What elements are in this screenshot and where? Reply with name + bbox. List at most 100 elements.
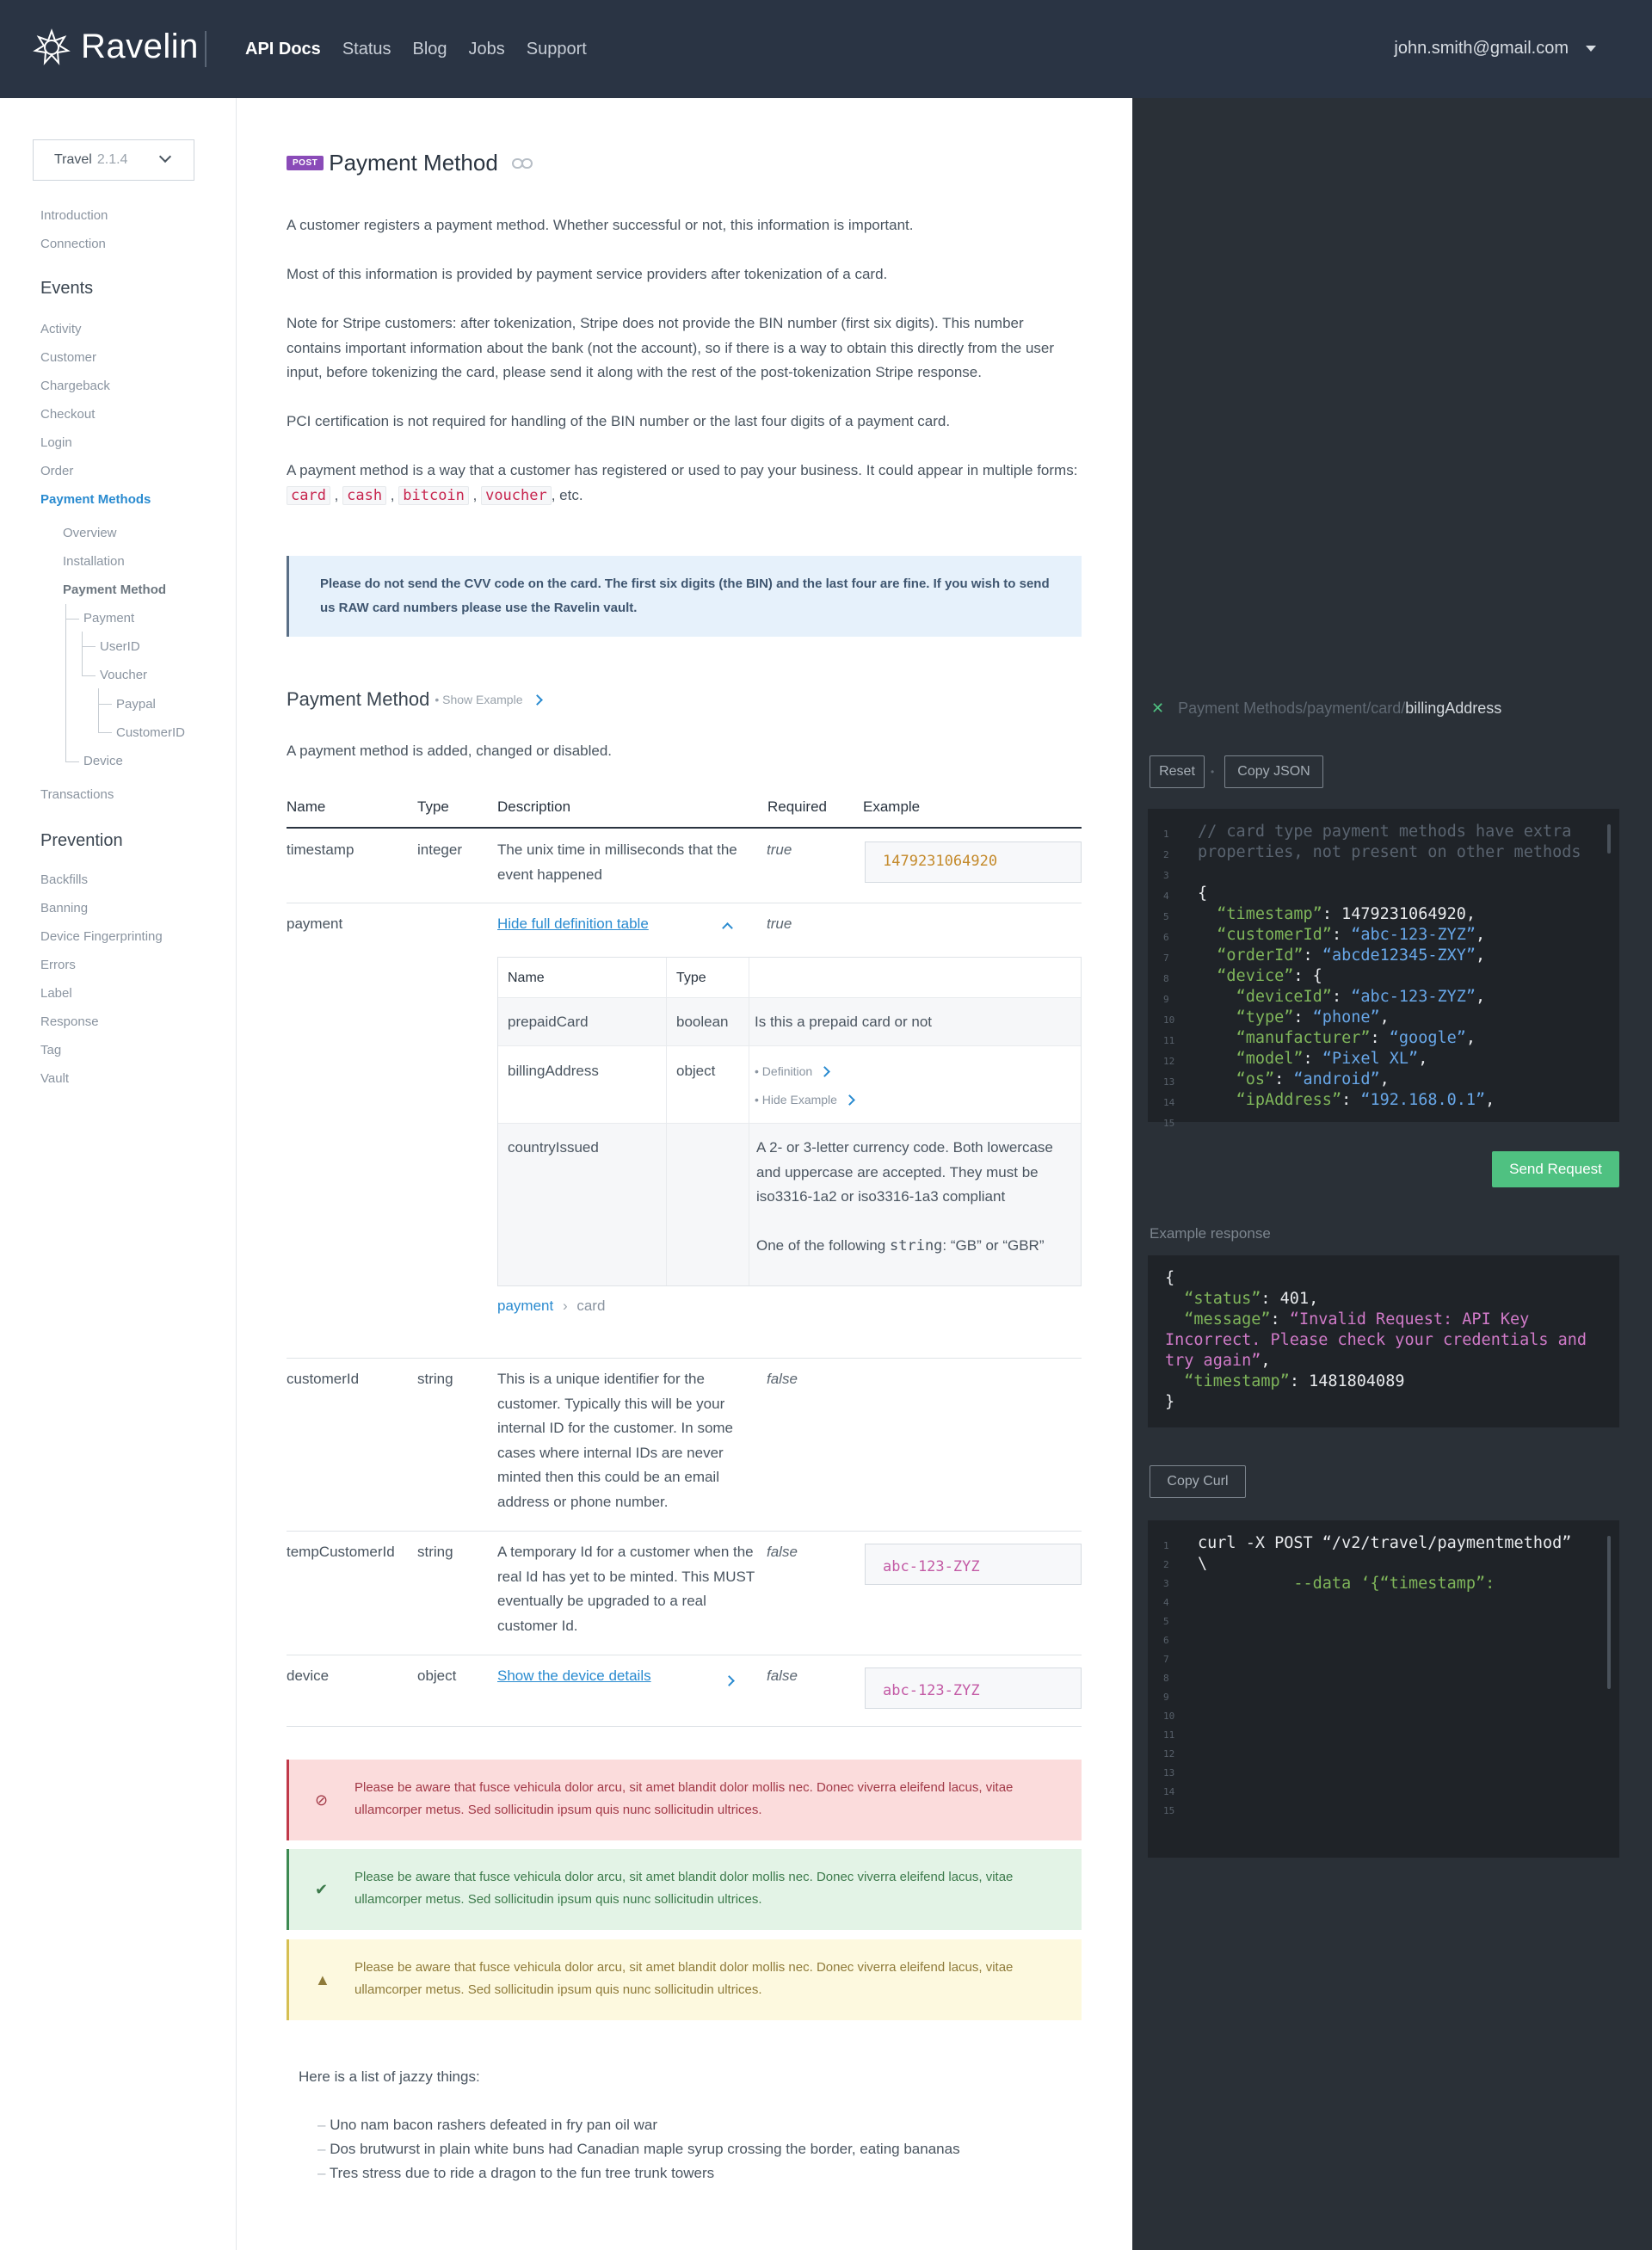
request-json-editor[interactable]: 1 2 3 4 5 6 7 8 9 10 11 12 13 14 15 // card type payme… [1148, 809, 1619, 1129]
nested-header-type: Type [676, 971, 706, 985]
sidebar-item-chargeback[interactable]: Chargeback [40, 379, 110, 393]
col-header-name: Name [287, 798, 326, 815]
sidebar-tree-paypal[interactable]: Paypal [116, 697, 156, 712]
scrollbar[interactable] [1607, 1536, 1611, 1689]
send-request-button[interactable]: Send Request [1492, 1151, 1619, 1187]
row-divider [287, 1726, 1082, 1727]
hide-definition-link[interactable]: Hide full definition table [497, 912, 649, 937]
sidebar-heading-prevention: Prevention [40, 831, 123, 850]
sidebar-item-installation[interactable]: Installation [63, 554, 125, 569]
console-path: ✕ Payment Methods/payment/card/billingAd… [1151, 700, 1501, 718]
row-tempcustomerid-type: string [417, 1544, 453, 1560]
sidebar-tree-userid[interactable]: UserID [100, 639, 140, 654]
sidebar-heading-events: Events [40, 279, 94, 298]
scrollbar[interactable] [1607, 824, 1611, 854]
sidebar-item-activity[interactable]: Activity [40, 322, 82, 336]
path-current: billingAddress [1405, 700, 1502, 717]
nested-prepaid-desc: Is this a prepaid card or not [755, 1014, 933, 1030]
sidebar-item-tag[interactable]: Tag [40, 1043, 61, 1057]
copy-json-button[interactable]: Copy JSON [1224, 755, 1323, 788]
sidebar: Travel 2.1.4 Introduction Connection Eve… [0, 98, 237, 2250]
nav-api-docs[interactable]: API Docs [245, 40, 321, 59]
device-example-field[interactable]: abc-123-ZYZ [865, 1667, 1082, 1709]
sidebar-item-transactions[interactable]: Transactions [40, 787, 114, 802]
close-icon[interactable]: ✕ [1151, 700, 1164, 718]
success-alert-text: Please be aware that fusce vehicula dolo… [354, 1870, 1014, 1907]
version-select[interactable]: Travel 2.1.4 [33, 139, 194, 181]
sidebar-item-overview[interactable]: Overview [63, 526, 117, 540]
code-voucher: voucher [481, 485, 552, 505]
row-divider [287, 1531, 1082, 1532]
sidebar-item-banning[interactable]: Banning [40, 901, 88, 915]
row-tempcustomerid-required: false [767, 1544, 798, 1560]
copy-curl-button[interactable]: Copy Curl [1150, 1465, 1246, 1498]
sidebar-tree-device[interactable]: Device [83, 754, 123, 768]
example-response-code: { “status”: 401, “message”: “Invalid Req… [1148, 1255, 1619, 1427]
link-icon[interactable] [511, 157, 533, 170]
sidebar-tree-customerid[interactable]: CustomerID [116, 725, 185, 740]
show-example-link[interactable]: • Show Example [435, 693, 522, 706]
col-header-required: Required [767, 798, 827, 815]
nav-support[interactable]: Support [527, 40, 587, 59]
reset-button[interactable]: Reset [1150, 755, 1205, 788]
error-alert-text: Please be aware that fusce vehicula dolo… [354, 1780, 1014, 1817]
device-details-link[interactable]: Show the device details [497, 1664, 651, 1689]
section-title: Payment Method [287, 688, 430, 710]
sidebar-item-payment-method[interactable]: Payment Method [63, 583, 166, 597]
sidebar-tree-payment[interactable]: Payment [83, 611, 134, 626]
sidebar-item-errors[interactable]: Errors [40, 958, 76, 972]
sidebar-item-payment-methods[interactable]: Payment Methods [40, 492, 151, 507]
version-label: Travel [54, 152, 92, 167]
show-example-label: Show Example [442, 693, 523, 706]
sidebar-item-vault[interactable]: Vault [40, 1071, 69, 1086]
logo[interactable]: Ravelin [33, 28, 199, 66]
sidebar-item-order[interactable]: Order [40, 464, 73, 478]
list-item: – Tres stress due to ride a dragon to th… [317, 2165, 715, 2181]
definition-link[interactable]: • Definition [755, 1059, 830, 1084]
row-device-type: object [417, 1667, 457, 1684]
sidebar-item-introduction[interactable]: Introduction [40, 208, 108, 223]
sidebar-item-login[interactable]: Login [40, 435, 72, 450]
nav-blog[interactable]: Blog [413, 40, 447, 59]
sidebar-item-checkout[interactable]: Checkout [40, 407, 95, 422]
nav-jobs[interactable]: Jobs [469, 40, 505, 59]
pci-paragraph: PCI certification is not required for ha… [287, 413, 951, 429]
sidebar-item-backfills[interactable]: Backfills [40, 872, 88, 887]
tempcustomerid-example-field[interactable]: abc-123-ZYZ [865, 1544, 1082, 1585]
forms-paragraph: A payment method is a way that a custome… [287, 462, 1078, 505]
nav-status[interactable]: Status [342, 40, 391, 59]
paragraph: Most of this information is provided by … [287, 266, 888, 282]
sidebar-tree-voucher[interactable]: Voucher [100, 668, 147, 682]
checkmark-icon: ✔ [315, 1881, 329, 1898]
nested-country-desc: A 2- or 3-letter currency code. Both low… [756, 1139, 1053, 1205]
row-customerid-desc: This is a unique identifier for the cust… [497, 1371, 734, 1510]
example-response-label: Example response [1150, 1225, 1271, 1242]
row-payment-name: payment [287, 915, 343, 932]
user-menu[interactable]: john.smith@gmail.com [1394, 39, 1596, 59]
row-tempcustomerid-desc: A temporary Id for a customer when the r… [497, 1544, 755, 1634]
chevron-right-icon[interactable] [724, 1675, 735, 1686]
button-separator: • [1211, 766, 1215, 778]
sidebar-item-connection[interactable]: Connection [40, 237, 106, 251]
row-device-required: false [767, 1667, 798, 1684]
tree-line [98, 688, 112, 733]
chevron-up-icon[interactable] [722, 922, 733, 934]
breadcrumb-payment[interactable]: payment [497, 1298, 553, 1314]
options-code: string [890, 1237, 943, 1254]
sidebar-item-customer[interactable]: Customer [40, 350, 96, 365]
nested-billing-name: billingAddress [508, 1063, 599, 1079]
sidebar-item-response[interactable]: Response [40, 1014, 99, 1029]
top-navbar: Ravelin API Docs Status Blog Jobs Suppor… [0, 0, 1652, 98]
sidebar-item-label[interactable]: Label [40, 986, 72, 1001]
timestamp-example-field[interactable]: 1479231064920 [865, 841, 1082, 883]
nested-definition-table: Name Type prepaidCard boolean Is this a … [497, 957, 1082, 1286]
row-customerid-required: false [767, 1371, 798, 1387]
hide-definition-label: Hide full definition table [497, 915, 649, 932]
logo-separator [205, 31, 206, 67]
sidebar-item-device-fingerprinting[interactable]: Device Fingerprinting [40, 929, 163, 944]
hide-example-link[interactable]: • Hide Example [755, 1088, 855, 1113]
nested-header-row [498, 958, 1081, 997]
tree-line [65, 604, 79, 762]
list-item: – Dos brutwurst in plain white buns had … [317, 2141, 960, 2157]
breadcrumb-card: card [576, 1298, 606, 1314]
